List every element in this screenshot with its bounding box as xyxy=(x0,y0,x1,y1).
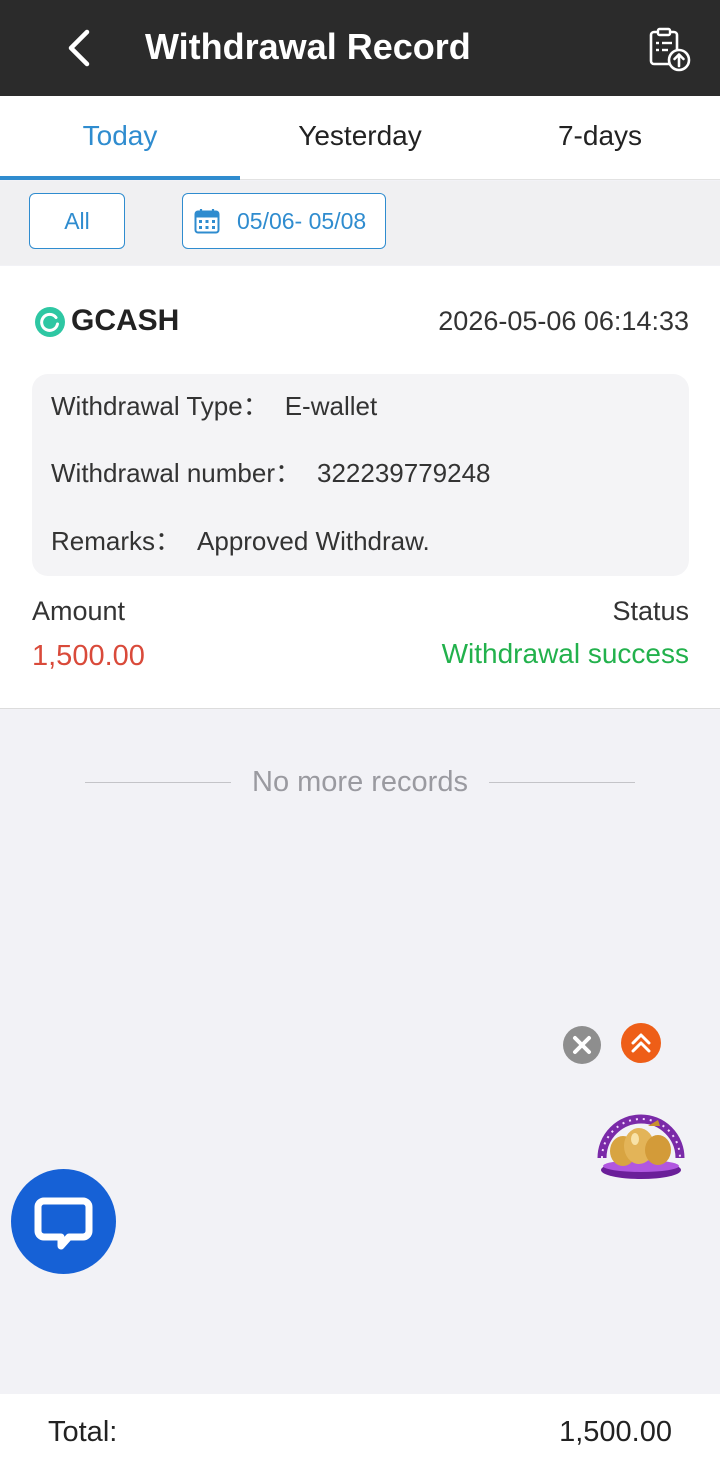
withdrawal-record-card: GCASH 2026-05-06 06:14:33 Withdrawal Typ… xyxy=(0,266,720,709)
calendar-icon xyxy=(194,209,220,234)
total-value: 1,500.00 xyxy=(559,1416,672,1448)
filter-bar: All 05/06- 05/08 xyxy=(0,181,720,265)
remarks-label: Remarks： xyxy=(51,526,182,556)
header-bar: Withdrawal Record xyxy=(0,0,720,96)
back-button[interactable] xyxy=(60,26,100,70)
withdrawal-type-label: Withdrawal Type： xyxy=(51,391,269,421)
chat-bubble-icon xyxy=(34,1197,93,1250)
page-title: Withdrawal Record xyxy=(145,26,471,67)
type-filter-button[interactable]: All xyxy=(29,193,125,249)
close-icon xyxy=(573,1036,591,1054)
date-range-text: 05/06- 05/08 xyxy=(237,208,367,234)
double-chevron-up-icon xyxy=(631,1033,651,1053)
date-tabs: Today Yesterday 7-days xyxy=(0,96,720,180)
tab-yesterday[interactable]: Yesterday xyxy=(240,96,480,180)
live-chat-button[interactable] xyxy=(11,1169,116,1274)
withdrawal-type-value: E-wallet xyxy=(284,391,378,421)
remarks-value: Approved Withdraw. xyxy=(197,526,430,556)
footer-bar: Total: 1,500.00 xyxy=(0,1394,720,1471)
withdrawal-number-value: 322239779248 xyxy=(316,458,491,488)
withdrawal-type-row: Withdrawal Type： E-wallet xyxy=(51,390,377,422)
divider-right xyxy=(489,782,635,783)
payment-method-name: GCASH xyxy=(71,304,180,337)
remarks-row: Remarks： Approved Withdraw. xyxy=(51,525,430,557)
status-label: Status xyxy=(612,596,689,626)
tab-7-days[interactable]: 7-days xyxy=(480,96,720,180)
promo-float-button[interactable] xyxy=(596,1102,686,1182)
amount-value: 1,500.00 xyxy=(32,640,145,672)
clipboard-upload-icon xyxy=(649,27,691,72)
date-range-button[interactable]: 05/06- 05/08 xyxy=(182,193,386,249)
record-details: Withdrawal Type： E-wallet Withdrawal numb… xyxy=(32,374,689,576)
active-tab-indicator xyxy=(0,176,240,180)
chevron-left-icon xyxy=(68,29,90,67)
gcash-logo-icon xyxy=(35,307,65,337)
close-float-button[interactable] xyxy=(563,1026,601,1064)
tab-today[interactable]: Today xyxy=(0,96,240,180)
withdrawal-number-row: Withdrawal number： 322239779248 xyxy=(51,457,491,489)
withdrawal-number-label: Withdrawal number： xyxy=(51,458,301,488)
status-value: Withdrawal success xyxy=(441,638,689,669)
records-button[interactable] xyxy=(645,26,693,74)
golden-eggs-icon xyxy=(597,1114,685,1179)
record-timestamp: 2026-05-06 06:14:33 xyxy=(438,306,689,336)
scroll-top-button[interactable] xyxy=(621,1023,661,1063)
amount-label: Amount xyxy=(32,596,126,626)
total-label: Total: xyxy=(48,1416,118,1448)
